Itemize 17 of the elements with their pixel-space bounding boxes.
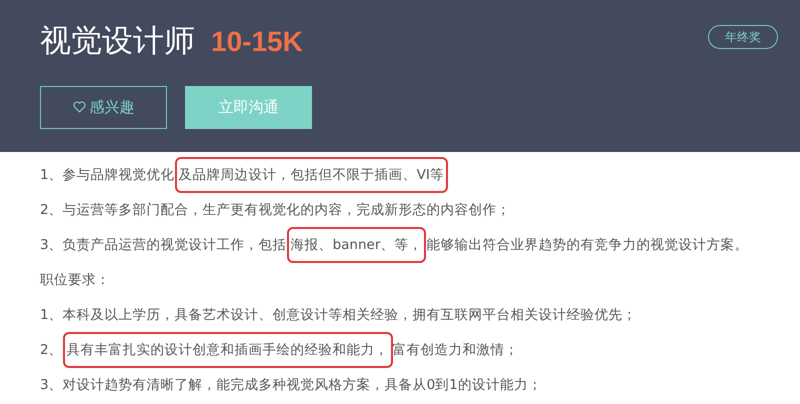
- text: 职位要求：: [40, 272, 110, 288]
- text: 1、参与品牌视觉优化: [40, 167, 175, 183]
- interested-button[interactable]: 感兴趣: [40, 86, 167, 128]
- tag: 年终奖: [708, 25, 778, 49]
- job-title: 视觉设计师: [40, 22, 195, 61]
- highlighted-text: 具有丰富扎实的设计创意和插画手绘的经验和能力，: [62, 332, 393, 368]
- highlighted-text: 海报、banner、等，: [286, 227, 426, 263]
- text: 3、负责产品运营的视觉设计工作，包括: [40, 237, 287, 253]
- salary: 10-15K: [211, 25, 303, 59]
- text: 2、: [40, 342, 63, 358]
- text: 富有创造力和激情；: [392, 342, 519, 358]
- heart-icon: [72, 101, 86, 113]
- text: 2、与运营等多部门配合，生产更有视觉化的内容，完成新形态的内容创作；: [40, 202, 511, 218]
- text: 1、本科及以上学历，具备艺术设计、创意设计等相关经验，拥有互联网平台相关设计经验优先；: [40, 307, 637, 323]
- text: 能够输出符合业界趋势的有竞争力的视觉设计方案。: [426, 237, 748, 253]
- text: 3、对设计趋势有清晰了解，能完成多种视觉风格方案，具备从0到1的设计能力；: [40, 377, 542, 393]
- highlighted-text: 及品牌周边设计，包括但不限于插画、VI等: [174, 157, 448, 193]
